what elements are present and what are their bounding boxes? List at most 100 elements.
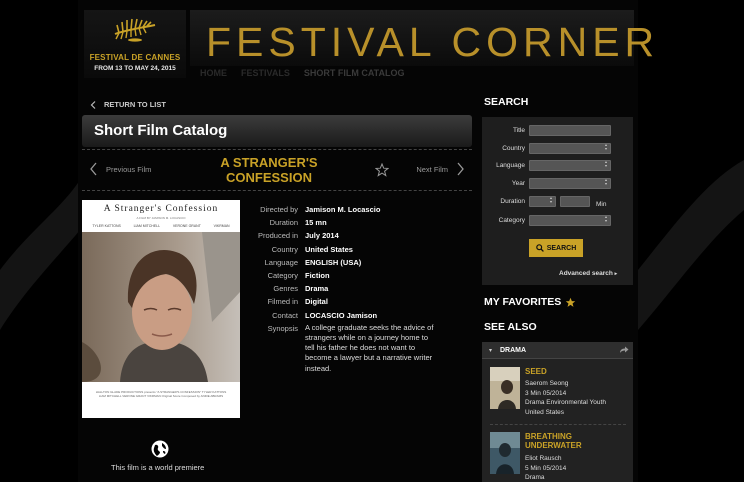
see-also-heading: SEE ALSO [484,321,537,333]
search-year-select[interactable] [529,178,611,189]
film-navigation: Previous Film A STRANGER'S CONFESSION Ne… [82,149,472,191]
film-thumbnail [490,432,520,474]
poster-cast-name: TYLER KATTONS [92,224,121,228]
globe-icon [151,440,169,458]
my-favorites-heading[interactable]: MY FAVORITES [484,296,576,308]
film-thumbnail [490,367,520,409]
detail-value: LOCASCIO Jamison [305,310,378,320]
advanced-search-label: Advanced search [559,270,613,277]
see-also-author: Eliot Rausch [525,455,562,462]
background-swoosh-right [638,160,744,330]
detail-row-country: Country United States [246,243,435,256]
magnifier-icon [535,244,544,252]
film-poster[interactable]: A Stranger's Confession A FILM BY JAMISO… [82,200,240,418]
previous-film-label: Previous Film [106,164,152,174]
detail-value: July 2014 [305,231,339,241]
previous-film-link[interactable]: Previous Film [90,162,151,176]
festival-name: FESTIVAL DE CANNES [89,53,181,62]
background-swoosh-left [0,180,80,330]
detail-label: Contact [272,310,298,320]
see-also-panel: ▾ DRAMA SEED Saerom Seong 3 Min 05/2014 … [482,342,633,482]
search-duration-input[interactable] [560,196,590,207]
caret-down-icon: ▾ [489,348,493,354]
poster-cast-name: LIAM MITCHELL [133,224,161,228]
search-category-select[interactable] [529,215,611,226]
detail-label: Country [271,244,298,254]
banner-title: FESTIVAL CORNER [206,19,660,65]
search-country-select[interactable] [529,143,611,154]
search-language-select[interactable] [529,160,611,171]
detail-label: Duration [269,218,298,228]
see-also-meta: 5 Min 05/2014 [525,464,567,472]
poster-subtitle: A FILM BY JAMISON M. LOCASCIO [136,216,186,220]
festival-logo[interactable]: FESTIVAL DE CANNES FROM 13 TO MAY 24, 20… [84,10,186,78]
see-also-tags: Drama [525,474,545,481]
star-icon [566,297,576,307]
detail-row-category: Category Fiction [246,269,435,282]
detail-value: ENGLISH (USA) [305,257,362,267]
see-also-genre-bar[interactable]: ▾ DRAMA [482,342,633,359]
poster-photo [82,232,240,382]
see-also-item[interactable]: BREATHING UNDERWATER Eliot Rausch 5 Min … [490,432,630,482]
see-also-tags: Drama Environmental Youth [525,399,606,406]
see-also-divider [490,424,626,425]
synopsis-text: A college graduate seeks the advice of s… [305,322,434,373]
search-country-label: Country [502,145,525,152]
detail-value: Drama [305,284,329,294]
film-title: A STRANGER'S CONFESSION [194,155,344,185]
search-duration-label: Duration [500,198,525,205]
detail-label: Directed by [260,205,298,214]
detail-label: Filmed in [267,297,298,307]
nav-festivals[interactable]: FESTIVALS [241,68,290,78]
next-film-link[interactable]: Next Film [416,162,464,176]
poster-cast: TYLER KATTONS LIAM MITCHELL VERONE GRANT… [86,224,236,228]
detail-row-synopsis: Synopsis A college graduate seeks the adv… [246,322,435,374]
see-also-genre-label: DRAMA [500,347,527,354]
see-also-item[interactable]: SEED Saerom Seong 3 Min 05/2014 Drama En… [490,367,630,416]
poster-title: A Stranger's Confession [103,204,219,214]
caret-right-icon: ▸ [614,271,618,277]
detail-row-duration: Duration 15 mn [246,216,435,229]
page-title: Short Film Catalog [94,122,228,139]
my-favorites-label: MY FAVORITES [484,296,562,308]
chevron-left-icon [90,100,96,109]
see-also-title: SEED [525,367,547,376]
film-title-line-2: CONFESSION [226,170,312,185]
detail-value: United States [305,244,353,254]
top-navigation: HOME FESTIVALS SHORT FILM CATALOG [200,68,405,78]
detail-value: Jamison M. Locascio [305,205,381,214]
search-duration-unit: Min [596,201,607,208]
detail-row-director: Directed by Jamison M. Locascio [246,203,435,216]
search-title-input[interactable] [529,125,611,136]
search-category-label: Category [498,217,525,224]
detail-row-language: Language ENGLISH (USA) [246,256,435,269]
see-also-country: United States [525,408,565,416]
detail-row-produced: Produced in July 2014 [246,229,435,242]
detail-label: Synopsis [267,323,298,333]
see-also-meta: 3 Min 05/2014 [525,389,567,397]
search-button[interactable]: SEARCH [529,239,583,257]
detail-row-contact: Contact LOCASCIO Jamison [246,309,435,322]
detail-row-filmed-in: Filmed in Digital [246,295,435,308]
favorite-star-icon[interactable] [375,163,389,177]
search-year-label: Year [511,180,525,187]
detail-label: Produced in [257,231,298,241]
share-icon [620,346,629,353]
search-duration-operator-select[interactable] [529,196,556,207]
nav-short-film-catalog[interactable]: SHORT FILM CATALOG [304,68,405,78]
palm-icon [114,18,156,42]
see-also-title: BREATHING UNDERWATER [525,432,582,450]
catalog-title-bar: Short Film Catalog [82,115,472,147]
advanced-search-link[interactable]: Advanced search ▸ [559,270,617,277]
search-panel: Title Country Language Year Duration Min… [482,117,633,285]
search-title-label: Title [512,127,525,134]
next-film-label: Next Film [416,164,448,174]
header-banner: FESTIVAL CORNER [190,10,654,66]
detail-value: 15 mn [305,218,327,228]
nav-home[interactable]: HOME [200,68,227,78]
return-to-list-label: RETURN TO LIST [104,100,166,109]
poster-cast-name: VERONE GRANT [172,224,201,228]
return-to-list-link[interactable]: RETURN TO LIST [90,100,166,109]
poster-credits: HALLTON GLADE PRODUCTIONS presents "A ST… [95,390,227,398]
poster-cast-name: VIKRMAN [213,224,230,228]
